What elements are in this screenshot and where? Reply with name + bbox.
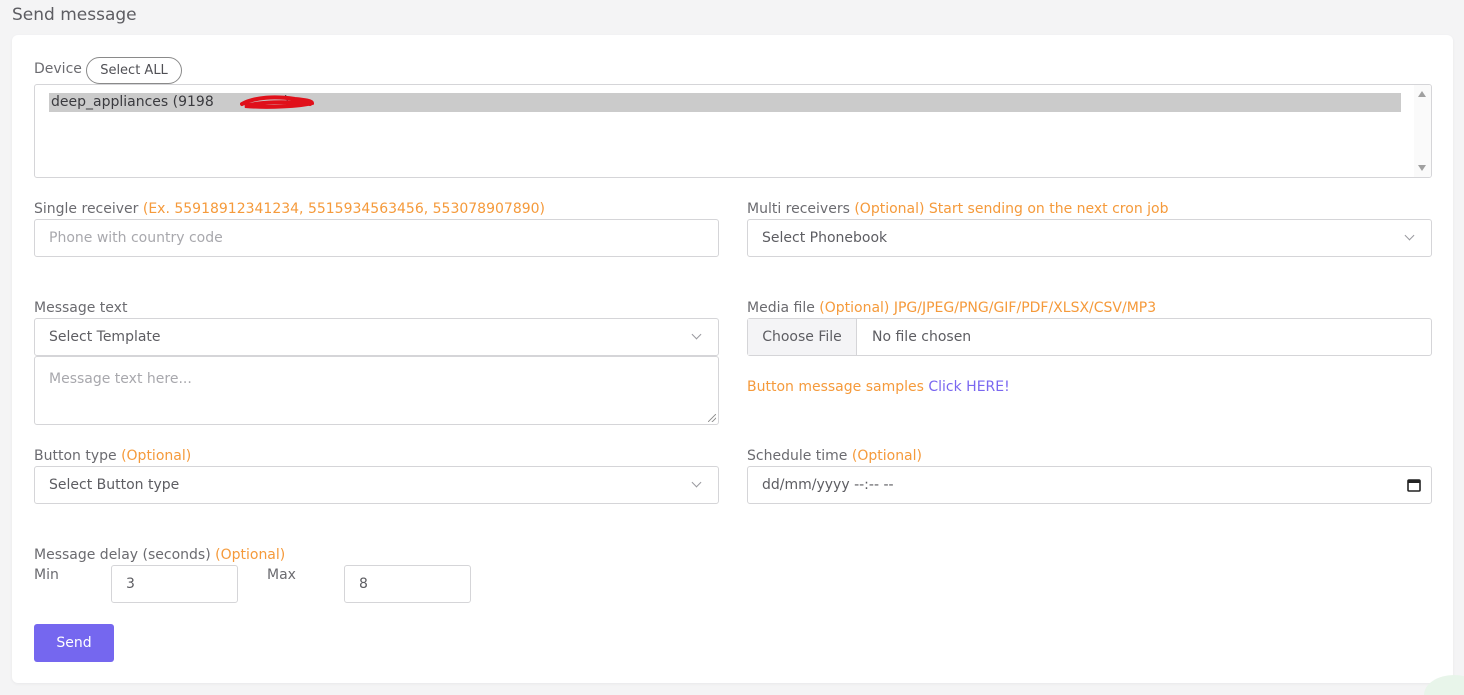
choose-file-button[interactable]: Choose File (748, 319, 857, 355)
select-all-button[interactable]: Select ALL (86, 57, 182, 84)
file-name-text: No file chosen (872, 329, 972, 345)
chevron-down-icon (1404, 230, 1415, 241)
max-delay-input[interactable]: 8 (344, 565, 471, 603)
button-type-hint: (Optional) (121, 448, 192, 464)
single-receiver-label: Single receiver (Ex. 55918912341234, 551… (34, 201, 545, 217)
single-receiver-label-text: Single receiver (34, 201, 139, 217)
phonebook-select-value: Select Phonebook (762, 230, 888, 246)
schedule-time-label-text: Schedule time (747, 448, 848, 464)
multi-receivers-label-text: Multi receivers (747, 201, 850, 217)
send-button[interactable]: Send (34, 624, 114, 662)
template-select-value: Select Template (49, 329, 161, 345)
message-textarea[interactable]: Message text here... (34, 356, 719, 425)
message-delay-label: Message delay (seconds) (Optional) (34, 547, 285, 563)
message-delay-hint: (Optional) (215, 547, 286, 563)
redaction-scribble-icon (240, 95, 314, 109)
button-type-select[interactable]: Select Button type (34, 466, 719, 504)
button-type-label-text: Button type (34, 448, 117, 464)
message-textarea-placeholder: Message text here... (49, 371, 192, 387)
max-label: Max (267, 567, 296, 583)
chevron-down-icon (691, 329, 702, 340)
min-delay-input[interactable]: 3 (111, 565, 238, 603)
media-file-hint: (Optional) JPG/JPEG/PNG/GIF/PDF/XLSX/CSV… (819, 300, 1157, 316)
calendar-icon[interactable] (1407, 478, 1421, 492)
device-multiselect[interactable]: deep_appliances (9198) (34, 84, 1432, 178)
single-receiver-input[interactable]: Phone with country code (34, 219, 719, 257)
device-label: Device (34, 61, 82, 77)
single-receiver-hint: (Ex. 55918912341234, 5515934563456, 5530… (142, 201, 545, 217)
schedule-time-value: dd/mm/yyyy --:-- -- (762, 477, 894, 493)
min-label: Min (34, 567, 59, 583)
media-file-label: Media file (Optional) JPG/JPEG/PNG/GIF/P… (747, 300, 1156, 316)
page-title: Send message (12, 5, 137, 25)
resize-handle-icon[interactable] (708, 414, 716, 422)
device-option-label: deep_appliances (9198 (51, 94, 214, 110)
multi-receivers-hint: (Optional) Start sending on the next cro… (854, 201, 1169, 217)
button-samples-link[interactable]: Click HERE! (928, 379, 1009, 395)
scroll-down-icon[interactable] (1418, 165, 1426, 171)
button-samples-label: Button message samples (747, 379, 924, 395)
schedule-time-input[interactable]: dd/mm/yyyy --:-- -- (747, 466, 1432, 504)
multi-receivers-label: Multi receivers (Optional) Start sending… (747, 201, 1168, 217)
button-type-select-value: Select Button type (49, 477, 180, 493)
scroll-up-icon[interactable] (1418, 91, 1426, 97)
media-file-label-text: Media file (747, 300, 815, 316)
message-delay-label-text: Message delay (seconds) (34, 547, 211, 563)
schedule-time-hint: (Optional) (851, 448, 922, 464)
button-type-label: Button type (Optional) (34, 448, 191, 464)
chevron-down-icon (691, 477, 702, 488)
phonebook-select[interactable]: Select Phonebook (747, 219, 1432, 257)
device-list-scrollbar[interactable] (1414, 85, 1431, 177)
message-text-label: Message text (34, 300, 128, 316)
button-samples-text: Button message samples Click HERE! (747, 379, 1010, 395)
template-select[interactable]: Select Template (34, 318, 719, 356)
media-file-input[interactable]: Choose File No file chosen (747, 318, 1432, 356)
schedule-time-label: Schedule time (Optional) (747, 448, 922, 464)
